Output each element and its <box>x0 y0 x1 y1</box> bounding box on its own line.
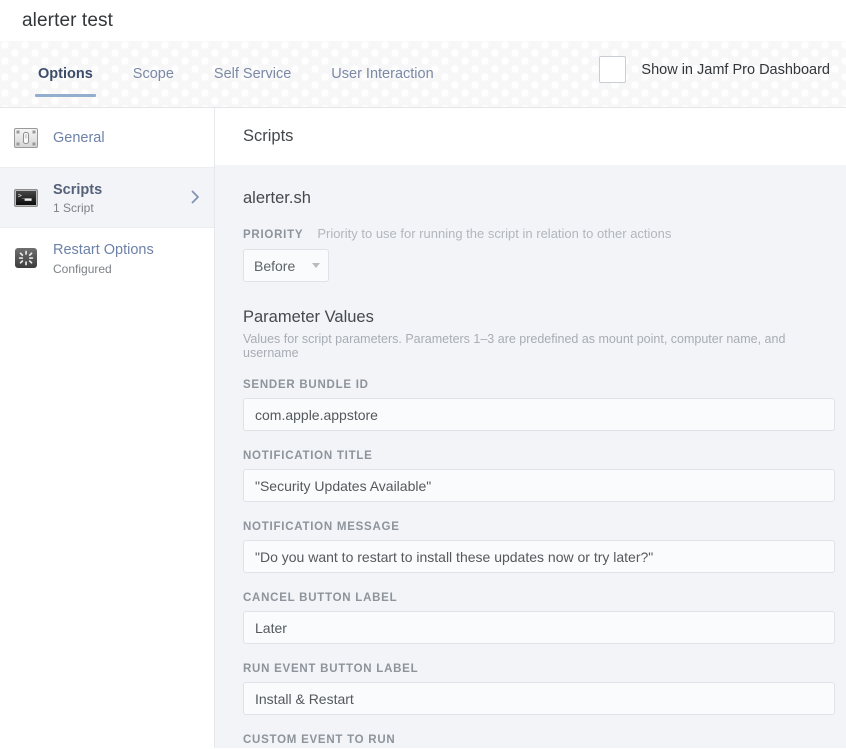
terminal-icon: >_ <box>12 184 40 212</box>
chevron-right-icon[interactable] <box>191 190 200 206</box>
cancel-button-label-input[interactable] <box>243 611 835 644</box>
tab-user-interaction[interactable]: User Interaction <box>311 41 453 107</box>
page-title: alerter test <box>22 9 113 31</box>
sidebar-item-scripts-text: Scripts 1 Script <box>53 180 102 216</box>
sidebar-item-general-text: General <box>53 128 105 147</box>
priority-label: PRIORITY <box>243 229 304 241</box>
tab-self-service-label: Self Service <box>213 66 292 82</box>
priority-select-value: Before <box>254 257 296 274</box>
priority-select[interactable]: Before <box>243 249 329 282</box>
field-cancel-button-label: CANCEL BUTTON LABEL <box>243 592 835 644</box>
content-header: Scripts <box>215 108 846 165</box>
script-name: alerter.sh <box>243 189 311 207</box>
field-notification-message: NOTIFICATION MESSAGE <box>243 521 835 573</box>
field-notification-title: NOTIFICATION TITLE <box>243 450 835 502</box>
tab-options[interactable]: Options <box>18 41 113 107</box>
tab-user-interaction-label: User Interaction <box>331 66 434 82</box>
priority-row: PRIORITY Priority to use for running the… <box>243 226 835 241</box>
show-in-dashboard-group: Show in Jamf Pro Dashboard <box>599 41 846 107</box>
sidebar-item-restart-options[interactable]: Restart Options Configured <box>0 228 214 288</box>
field-notification-title-label: NOTIFICATION TITLE <box>243 450 373 462</box>
notification-title-input[interactable] <box>243 469 835 502</box>
notification-message-input[interactable] <box>243 540 835 573</box>
parameter-values-subtitle: Values for script parameters. Parameters… <box>243 332 786 360</box>
body: General >_ Scripts 1 Script Restart Opti… <box>0 108 846 748</box>
restart-icon <box>12 244 40 272</box>
switch-icon <box>12 124 40 152</box>
sidebar-item-restart-options-text: Restart Options Configured <box>53 240 154 276</box>
tab-self-service[interactable]: Self Service <box>194 41 311 107</box>
sidebar-item-scripts[interactable]: >_ Scripts 1 Script <box>0 168 214 228</box>
field-sender-bundle-id-label: SENDER BUNDLE ID <box>243 379 369 391</box>
sidebar-item-general-label: General <box>53 129 105 146</box>
tab-scope-label: Scope <box>132 66 174 82</box>
chevron-down-icon <box>312 263 320 268</box>
run-event-button-label-input[interactable] <box>243 682 835 715</box>
field-notification-message-label: NOTIFICATION MESSAGE <box>243 521 400 533</box>
show-in-dashboard-checkbox[interactable] <box>599 56 627 83</box>
sidebar-item-restart-options-label: Restart Options <box>53 242 154 259</box>
field-custom-event-to-run-label: CUSTOM EVENT TO RUN <box>243 734 396 746</box>
content-title: Scripts <box>243 127 294 145</box>
sidebar-item-restart-options-subtitle: Configured <box>53 261 112 276</box>
tab-scope[interactable]: Scope <box>113 41 194 107</box>
sidebar: General >_ Scripts 1 Script Restart Opti… <box>0 108 215 748</box>
title-bar: alerter test <box>0 0 846 41</box>
field-cancel-button-label-label: CANCEL BUTTON LABEL <box>243 592 398 604</box>
tab-options-label: Options <box>38 66 93 82</box>
parameter-values-title: Parameter Values <box>243 308 374 326</box>
tab-bar: Options Scope Self Service User Interact… <box>0 41 846 108</box>
content-body: alerter.sh PRIORITY Priority to use for … <box>215 165 846 748</box>
tab-list: Options Scope Self Service User Interact… <box>0 41 454 107</box>
field-sender-bundle-id: SENDER BUNDLE ID <box>243 379 835 431</box>
jamf-policy-editor: alerter test Options Scope Self Service … <box>0 0 846 749</box>
priority-help-text: Priority to use for running the script i… <box>317 226 672 241</box>
field-run-event-button-label-label: RUN EVENT BUTTON LABEL <box>243 663 419 675</box>
sidebar-item-scripts-label: Scripts <box>53 181 103 198</box>
sidebar-item-scripts-subtitle: 1 Script <box>53 201 94 215</box>
show-in-dashboard-label: Show in Jamf Pro Dashboard <box>641 61 830 78</box>
field-run-event-button-label: RUN EVENT BUTTON LABEL <box>243 663 835 715</box>
field-custom-event-to-run: CUSTOM EVENT TO RUN <box>243 734 835 748</box>
content-pane: Scripts alerter.sh PRIORITY Priority to … <box>215 108 846 748</box>
sender-bundle-id-input[interactable] <box>243 398 835 431</box>
sidebar-item-general[interactable]: General <box>0 108 214 168</box>
